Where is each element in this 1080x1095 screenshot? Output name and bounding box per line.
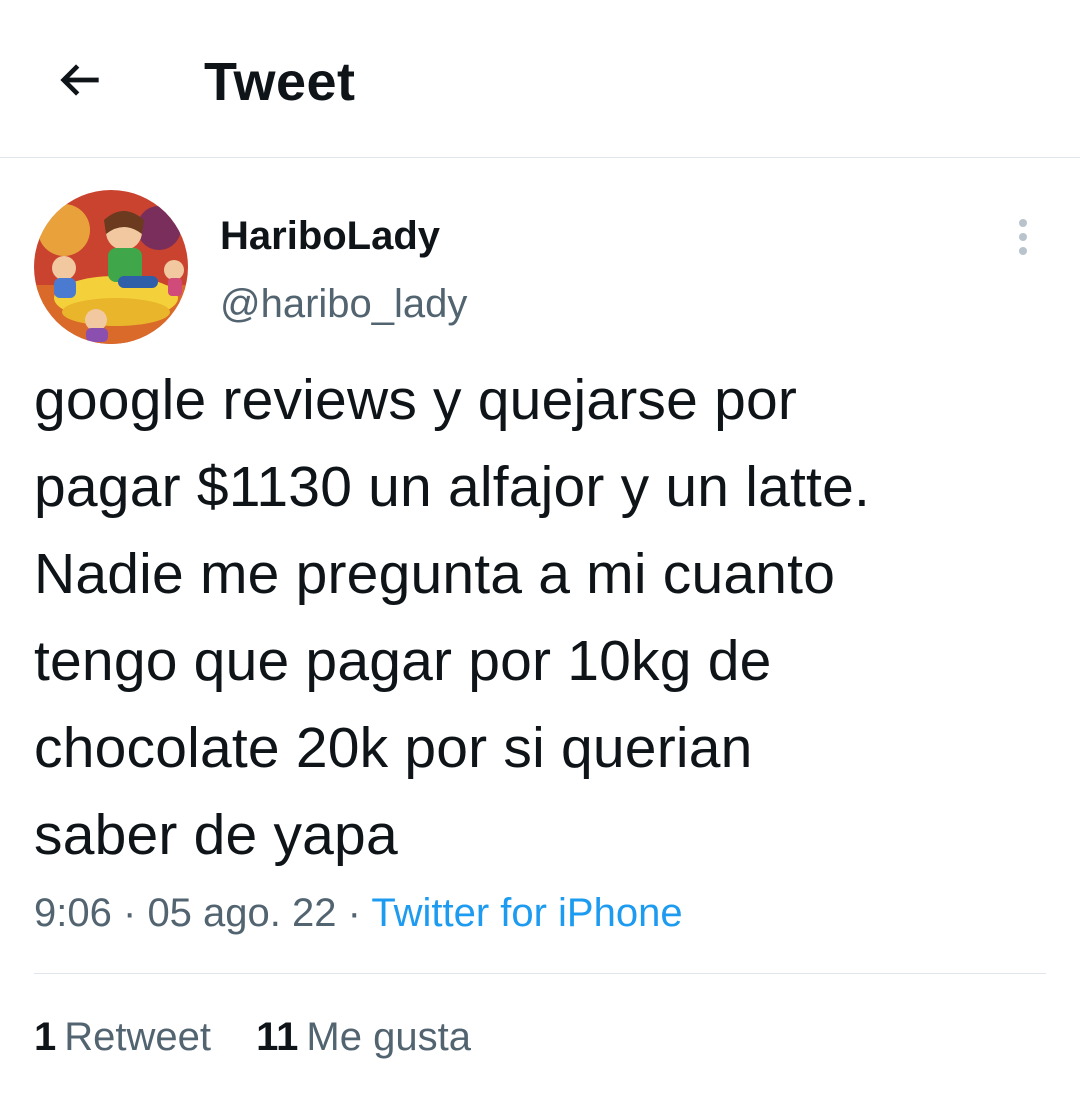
tweet-stats: 1 Retweet 11 Me gusta <box>34 1012 505 1062</box>
divider <box>34 973 1046 974</box>
avatar[interactable] <box>34 190 188 344</box>
meta-separator: · <box>122 891 137 935</box>
user-avatar-illustration <box>34 190 188 344</box>
back-button[interactable] <box>44 44 116 116</box>
meta-separator: · <box>347 891 361 935</box>
tweet-metadata: 9:06 · 05 ago. 22 · Twitter for iPhone <box>34 888 683 938</box>
author-display-name[interactable]: HariboLady <box>220 211 440 261</box>
retweets-count: 1 <box>34 1015 57 1059</box>
more-options-button[interactable] <box>1000 214 1046 260</box>
more-vertical-icon <box>1019 219 1027 255</box>
tweet-text: google reviews y quejarse por pagar $113… <box>34 368 870 867</box>
likes-label: Me gusta <box>306 1015 471 1059</box>
tweet-date: 05 ago. 22 <box>147 891 337 935</box>
arrow-left-icon <box>60 64 99 96</box>
tweet-source-link[interactable]: Twitter for iPhone <box>371 891 682 935</box>
author-handle[interactable]: @haribo_lady <box>220 279 467 329</box>
likes-stat[interactable]: 11 Me gusta <box>256 1012 471 1062</box>
tweet-time: 9:06 <box>34 891 112 935</box>
top-bar: Tweet <box>0 0 1080 158</box>
retweets-stat[interactable]: 1 Retweet <box>34 1012 211 1062</box>
likes-count: 11 <box>256 1015 299 1059</box>
retweets-label: Retweet <box>64 1015 211 1059</box>
page-title: Tweet <box>204 52 356 112</box>
